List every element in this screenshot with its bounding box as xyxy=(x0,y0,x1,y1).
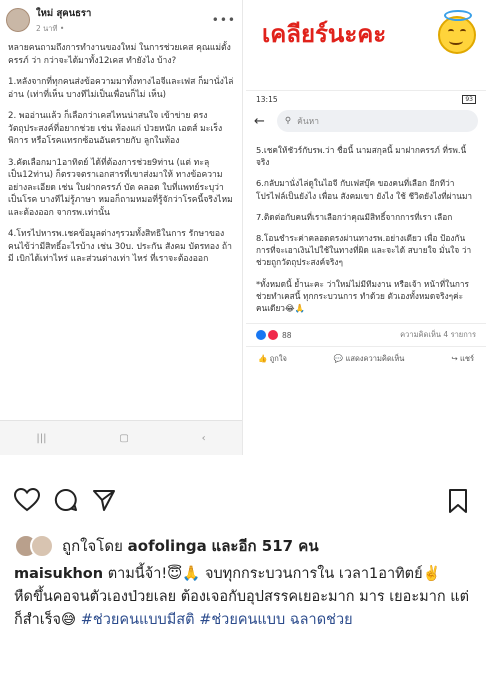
heart-icon[interactable] xyxy=(14,488,40,512)
love-reaction-icon xyxy=(268,330,278,341)
battery-icon: 93 xyxy=(462,95,476,104)
hashtag[interactable]: #ช่วยคนแบบ ฉลาดช่วย xyxy=(199,612,352,628)
android-nav-bar: ||| ▢ ‹ xyxy=(0,420,242,455)
post-paragraph: 1.หลังจากที่ทุกคนส่งข้อความมาทั้งทางไอจี… xyxy=(8,77,234,100)
author-name[interactable]: ใหม่ สุคนธรา xyxy=(36,6,91,21)
author-avatar[interactable] xyxy=(6,8,30,32)
share-button[interactable]: ↪ แชร์ xyxy=(451,353,474,365)
instagram-actions xyxy=(14,488,116,512)
status-bar: 13:15 93 xyxy=(246,91,486,108)
left-post-screenshot: ใหม่ สุคนธรา 2 นาที • ••• หลายคนถามถึงกา… xyxy=(0,0,243,455)
recent-apps-icon[interactable]: ||| xyxy=(36,433,46,444)
banner-text: เคลียร์นะคะ xyxy=(262,20,387,48)
post-caption: maisukhon ตามนี้จ้า!😇🙏 จบทุกกระบวนการใน … xyxy=(14,563,474,632)
caption-line-1: ตามนี้จ้า!😇🙏 จบทุกกระบวนการใน เวลา1อาทิต… xyxy=(107,566,441,582)
more-options-icon[interactable]: ••• xyxy=(212,13,236,27)
post-paragraph: 3.คัดเลือกมา1อาทิตย์ ได้ที่ต้องการช่วย9ท… xyxy=(8,157,233,218)
liked-by-others[interactable]: และอีก 517 คน xyxy=(212,534,319,558)
back-arrow-icon[interactable]: ← xyxy=(254,114,265,129)
search-placeholder: ค้นหา xyxy=(297,117,320,127)
post-paragraph: 8.โอนชำระค่าคลอดตรงผ่านทางรพ.อย่างเดียว … xyxy=(256,233,472,268)
comment-button[interactable]: 💬 แสดงความคิดเห็น xyxy=(334,353,405,365)
back-icon[interactable]: ‹ xyxy=(202,433,206,444)
search-bar: ← ⚲ ค้นหา xyxy=(246,108,486,138)
post-actions: 👍 ถูกใจ 💬 แสดงความคิดเห็น ↪ แชร์ xyxy=(246,346,486,371)
search-input[interactable]: ⚲ ค้นหา xyxy=(276,110,478,132)
like-button[interactable]: 👍 ถูกใจ xyxy=(258,353,287,365)
post-paragraph: 5.เชคให้ชัวร์กับรพ.ว่า ชื่อนี้ นามสกุลนี… xyxy=(256,145,467,168)
bookmark-icon[interactable] xyxy=(448,488,468,514)
caption-username[interactable]: maisukhon xyxy=(14,566,103,582)
reaction-summary[interactable]: 88 ความคิดเห็น 4 รายการ xyxy=(246,323,486,346)
thumbs-up-icon: 👍 xyxy=(258,354,270,364)
share-icon: ↪ xyxy=(451,354,461,364)
liked-by-user[interactable]: aofolinga xyxy=(128,537,207,555)
home-icon[interactable]: ▢ xyxy=(119,433,128,444)
liked-by-line[interactable]: ถูกใจโดย aofolinga และอีก 517 คน xyxy=(14,534,319,558)
post-paragraph: 4.โทรไปหารพ.เชคข้อมูลต่างๆรวมทั้งสิทธิใน… xyxy=(8,229,232,264)
right-post-body: 5.เชคให้ชัวร์กับรพ.ว่า ชื่อนี้ นามสกุลนี… xyxy=(246,138,486,314)
send-icon[interactable] xyxy=(92,488,116,512)
like-reaction-icon xyxy=(256,330,266,341)
post-time: 2 นาที • xyxy=(36,23,65,33)
comment-bubble-icon[interactable] xyxy=(54,488,78,512)
post-paragraph: 7.ติดต่อกับคนที่เราเลือกว่าคุณมีสิทธิ์จา… xyxy=(256,211,453,222)
search-icon: ⚲ xyxy=(284,116,292,126)
post-paragraph: 6.กลับมานั่งไล่ดูในไอจี กับเฟสบุ๊ค ของคน… xyxy=(256,178,473,201)
left-post-header: ใหม่ สุคนธรา 2 นาที • ••• xyxy=(0,0,242,40)
angel-smile-emoji-icon xyxy=(438,10,476,54)
post-paragraph: หลายคนถามถึงการทำงานของใหม่ ในการช่วยเคส… xyxy=(8,43,231,66)
liker-avatar xyxy=(30,534,54,558)
comment-count[interactable]: ความคิดเห็น 4 รายการ xyxy=(400,329,476,341)
hashtag[interactable]: #ช่วยคนแบบมีสติ xyxy=(81,612,195,628)
phone-screen: 13:15 93 ← ⚲ ค้นหา 5.เชคให้ชัวร์กับรพ.ว่… xyxy=(246,90,486,469)
post-paragraph: *ทั้งหมดนี้ ย้ำนะคะ ว่าใหม่ไม่มีทีมงาน ห… xyxy=(256,278,470,314)
status-time: 13:15 xyxy=(256,95,278,104)
reaction-count: 88 xyxy=(282,330,292,340)
post-paragraph: 2. พออ่านแล้ว ก็เลือกว่าเคสไหนน่าสนใจ เข… xyxy=(8,111,223,146)
left-post-body: หลายคนถามถึงการทำงานของใหม่ ในการช่วยเคส… xyxy=(0,40,242,266)
liked-by-prefix: ถูกใจโดย xyxy=(62,537,123,555)
comment-icon: 💬 xyxy=(333,354,346,364)
right-post-screenshot: เคลียร์นะคะ 13:15 93 ← ⚲ ค้นหา 5.เชคให้ช… xyxy=(246,0,486,470)
